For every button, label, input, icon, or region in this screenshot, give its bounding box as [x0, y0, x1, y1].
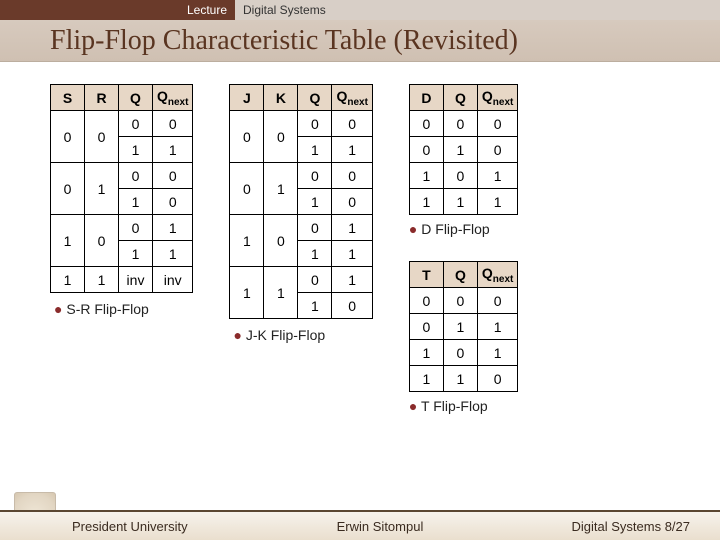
- col-sr: S R Q Qnext 0000 11 0100 10 1001 11 11in…: [50, 84, 193, 317]
- lecture-bar: Lecture Digital Systems: [0, 0, 720, 20]
- d-h-qn: Qnext: [477, 85, 517, 111]
- jk-caption: ● J-K Flip-Flop: [233, 327, 325, 343]
- t-caption: ● T Flip-Flop: [409, 398, 488, 414]
- t-table: T Q Qnext 000 011 101 110: [409, 261, 518, 392]
- jk-h-j: J: [230, 85, 264, 111]
- col-dt: D Q Qnext 000 010 101 111 ● D Flip-Flop …: [409, 84, 518, 424]
- jk-table: J K Q Qnext 0000 11 0100 10 1001 11 1101…: [229, 84, 372, 319]
- col-jk: J K Q Qnext 0000 11 0100 10 1001 11 1101…: [229, 84, 372, 343]
- sr-caption: ● S-R Flip-Flop: [54, 301, 149, 317]
- d-table: D Q Qnext 000 010 101 111: [409, 84, 518, 215]
- d-h-d: D: [409, 85, 443, 111]
- jk-h-q: Q: [298, 85, 332, 111]
- course-name: Digital Systems: [235, 0, 720, 20]
- sr-h-q: Q: [119, 85, 153, 111]
- d-h-q: Q: [443, 85, 477, 111]
- sr-h-r: R: [85, 85, 119, 111]
- jk-h-k: K: [264, 85, 298, 111]
- footer-bar: President University Erwin Sitompul Digi…: [0, 510, 720, 540]
- footer-university: President University: [0, 519, 240, 534]
- lecture-tag: Lecture: [0, 0, 235, 20]
- sr-table: S R Q Qnext 0000 11 0100 10 1001 11 11in…: [50, 84, 193, 293]
- page-title: Flip-Flop Characteristic Table (Revisite…: [0, 20, 720, 62]
- t-h-qn: Qnext: [477, 262, 517, 288]
- footer-page: Digital Systems 8/27: [520, 519, 720, 534]
- sr-h-qn: Qnext: [153, 85, 193, 111]
- t-h-q: Q: [443, 262, 477, 288]
- content-area: S R Q Qnext 0000 11 0100 10 1001 11 11in…: [0, 62, 720, 424]
- sr-h-s: S: [51, 85, 85, 111]
- jk-h-qn: Qnext: [332, 85, 372, 111]
- footer-author: Erwin Sitompul: [240, 519, 520, 534]
- t-h-t: T: [409, 262, 443, 288]
- d-caption: ● D Flip-Flop: [409, 221, 490, 237]
